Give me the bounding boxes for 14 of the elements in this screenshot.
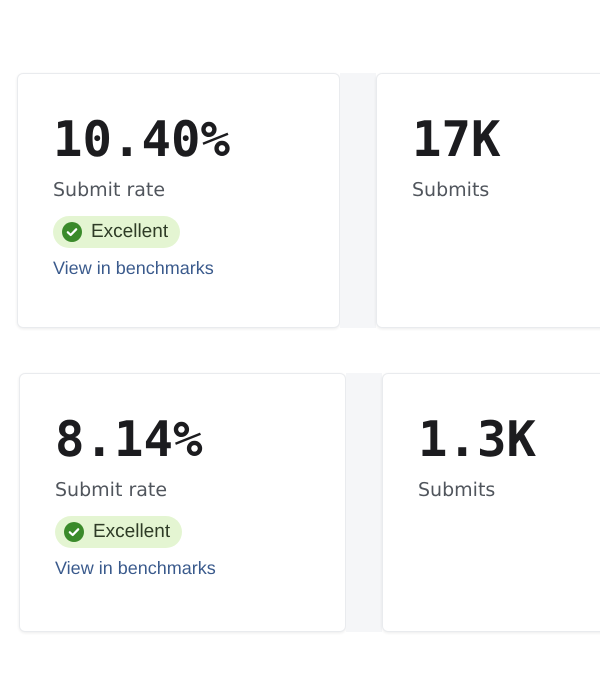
metric-value: 17K: [412, 112, 501, 168]
badge-text: Excellent: [93, 521, 170, 543]
metric-value: 1.3K: [418, 412, 536, 468]
benchmarks-link[interactable]: View in benchmarks: [55, 558, 216, 579]
metric-label: Submits: [418, 478, 496, 502]
metric-label: Submit rate: [55, 478, 168, 502]
check-circle-icon: [64, 522, 84, 542]
metric-label: Submit rate: [53, 178, 166, 202]
metric-value: 10.40%: [53, 112, 230, 168]
check-circle-icon: [62, 222, 82, 242]
benchmarks-link[interactable]: View in benchmarks: [53, 258, 214, 279]
metric-label: Submits: [412, 178, 490, 202]
metric-value: 8.14%: [55, 412, 203, 468]
badge-text: Excellent: [91, 221, 168, 243]
